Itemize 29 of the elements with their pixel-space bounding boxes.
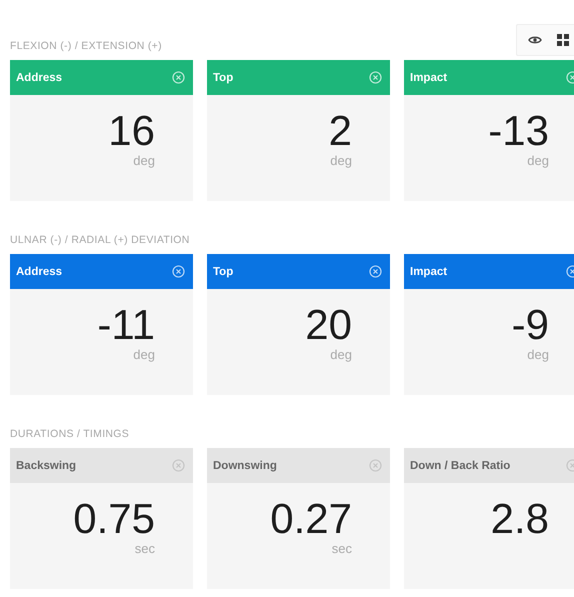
card-label: Address	[16, 72, 62, 84]
metric-value: -11	[97, 303, 155, 347]
section-title: FLEXION (-) / EXTENSION (+)	[10, 40, 163, 52]
card-label: Top	[213, 72, 234, 84]
metric-value: 16	[108, 109, 155, 153]
metric-value: -9	[512, 303, 549, 347]
metric-value: -13	[488, 109, 549, 153]
section-title: ULNAR (-) / RADIAL (+) DEVIATION	[10, 234, 191, 246]
card-label: Address	[16, 266, 62, 278]
metric-value: 20	[305, 303, 352, 347]
unit-label: deg	[133, 347, 155, 363]
card-label: Impact	[410, 72, 448, 84]
section-title: DURATIONS / TIMINGS	[10, 428, 130, 440]
metric-value: 2.8	[490, 497, 549, 541]
metric-value: 0.75	[73, 497, 155, 541]
unit-label: deg	[330, 153, 352, 169]
unit-label: deg	[133, 153, 155, 169]
unit-label: deg	[330, 347, 352, 363]
card-label: Backswing	[16, 460, 76, 472]
unit-label: sec	[134, 541, 155, 557]
card-label: Impact	[410, 266, 448, 278]
card-label: Down / Back Ratio	[410, 460, 510, 472]
unit-label: sec	[332, 541, 352, 557]
metric-value: 0.27	[270, 497, 352, 541]
metric-value: 2	[328, 109, 352, 153]
card-label: Top	[213, 266, 234, 278]
unit-label: deg	[527, 347, 549, 363]
unit-label: deg	[527, 153, 549, 169]
card-label: Downswing	[213, 460, 277, 472]
